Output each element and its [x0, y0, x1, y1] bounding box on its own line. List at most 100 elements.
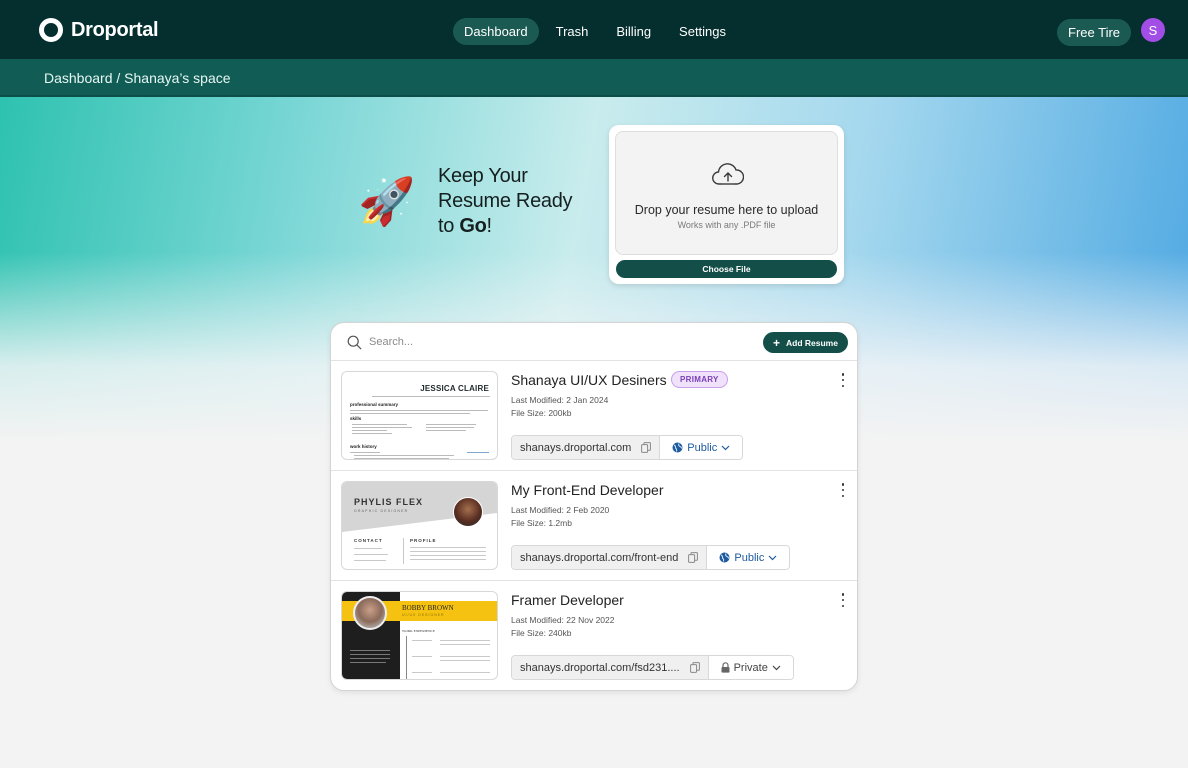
thumb-heading: WORK EXPERIENCE: [402, 629, 435, 633]
chevron-down-icon: [772, 665, 781, 670]
plan-button[interactable]: Free Tire: [1057, 19, 1132, 46]
visibility-dropdown[interactable]: Private: [708, 656, 793, 679]
thumb-line: [350, 413, 470, 414]
brand-name: Droportal: [71, 18, 159, 41]
rocket-icon: 🚀: [358, 175, 416, 227]
file-size: File Size: 1.2mb: [511, 518, 572, 528]
resume-row[interactable]: BOBBY BROWN UI/UX DESIGNER WORK EXPERIEN…: [331, 581, 857, 690]
copy-icon[interactable]: [688, 552, 699, 563]
visibility-label: Private: [733, 661, 768, 674]
copy-icon[interactable]: [689, 662, 700, 673]
add-resume-label: Add Resume: [786, 337, 838, 348]
thumb-line: [352, 427, 412, 428]
copy-icon[interactable]: [641, 442, 652, 453]
breadcrumb: Dashboard / Shanaya’s space: [44, 70, 231, 86]
resume-thumbnail[interactable]: JESSICA CLAIRE professional summary skil…: [341, 371, 498, 460]
thumbnail-subtitle: GRAPHIC DESIGNER: [354, 509, 409, 513]
thumb-line: [412, 640, 432, 641]
thumb-heading: skills: [350, 416, 362, 421]
thumb-line: [354, 455, 454, 456]
thumb-line: [467, 452, 489, 453]
share-link-group: shanays.droportal.com/fsd231.... Private: [511, 655, 794, 680]
share-link-group: shanays.droportal.com/front-end Public: [511, 545, 791, 570]
resume-row[interactable]: JESSICA CLAIRE professional summary skil…: [331, 361, 857, 471]
breadcrumb-bar: Dashboard / Shanaya’s space: [0, 59, 1188, 97]
more-options-icon[interactable]: [839, 593, 847, 607]
thumb-line: [350, 654, 390, 655]
nav-item-billing[interactable]: Billing: [605, 18, 662, 45]
chevron-down-icon: [768, 555, 777, 560]
thumb-line: [350, 662, 386, 663]
thumbnail-name: JESSICA CLAIRE: [420, 384, 489, 393]
thumbnail-subtitle: UI/UX DESIGNER: [402, 613, 445, 617]
main-nav: Dashboard Trash Billing Settings: [453, 18, 737, 45]
upload-dropzone[interactable]: Drop your resume here to upload Works wi…: [615, 131, 838, 255]
thumb-line: [440, 644, 490, 645]
search-bar: + Add Resume: [331, 323, 857, 361]
share-link[interactable]: shanays.droportal.com: [512, 436, 661, 459]
chevron-down-icon: [721, 445, 730, 450]
thumb-heading: CONTACT: [354, 538, 383, 543]
resume-title[interactable]: My Front-End Developer: [511, 482, 664, 498]
thumb-divider: [403, 538, 404, 564]
thumb-heading: professional summary: [350, 402, 399, 407]
thumb-line: [412, 656, 432, 657]
visibility-dropdown[interactable]: Public: [660, 436, 743, 459]
share-link-url: shanays.droportal.com: [520, 441, 632, 454]
more-options-icon[interactable]: [839, 373, 847, 387]
thumb-line: [354, 548, 382, 549]
user-avatar[interactable]: S: [1141, 18, 1165, 42]
thumbnail-photo: [453, 497, 483, 527]
upload-subtitle: Works with any .PDF file: [677, 220, 776, 230]
thumbnail-name: PHYLIS FLEX: [354, 497, 424, 507]
resume-list-card: + Add Resume JESSICA CLAIRE professional…: [330, 322, 858, 691]
visibility-label: Public: [687, 441, 718, 454]
nav-item-trash[interactable]: Trash: [545, 18, 600, 45]
cloud-upload-icon: [712, 163, 744, 185]
file-size: File Size: 200kb: [511, 408, 572, 418]
nav-item-dashboard[interactable]: Dashboard: [453, 18, 539, 45]
thumbnail-name: BOBBY BROWN: [402, 604, 454, 612]
last-modified: Last Modified: 22 Nov 2022: [511, 615, 615, 625]
thumb-line: [440, 656, 490, 657]
thumb-line: [352, 424, 407, 425]
share-link[interactable]: shanays.droportal.com/fsd231....: [512, 656, 709, 679]
thumb-line: [354, 554, 388, 555]
resume-thumbnail[interactable]: BOBBY BROWN UI/UX DESIGNER WORK EXPERIEN…: [341, 591, 498, 680]
visibility-dropdown[interactable]: Public: [707, 546, 790, 569]
resume-row[interactable]: PHYLIS FLEX GRAPHIC DESIGNER CONTACT PRO…: [331, 471, 857, 581]
tagline-line-1: Keep Your: [438, 165, 528, 187]
nav-item-settings[interactable]: Settings: [668, 18, 737, 45]
thumb-line: [410, 547, 486, 548]
thumb-line: [350, 650, 390, 651]
choose-file-button[interactable]: Choose File: [616, 260, 837, 278]
tagline-line-2: Resume Ready: [438, 190, 573, 212]
thumb-line: [352, 433, 392, 434]
upload-title: Drop your resume here to upload: [634, 203, 819, 217]
thumb-line: [410, 555, 486, 556]
lock-icon: [721, 662, 730, 673]
thumb-line: [354, 560, 386, 561]
thumb-timeline: [406, 636, 407, 679]
thumb-line: [350, 658, 390, 659]
brand-logo[interactable]: Droportal: [39, 18, 159, 42]
resume-thumbnail[interactable]: PHYLIS FLEX GRAPHIC DESIGNER CONTACT PRO…: [341, 481, 498, 570]
resume-title[interactable]: Shanaya UI/UX Desiners: [511, 372, 667, 388]
add-resume-button[interactable]: + Add Resume: [763, 332, 848, 353]
thumb-line: [440, 660, 490, 661]
globe-icon: [719, 552, 730, 563]
share-link-group: shanays.droportal.com Public: [511, 435, 744, 460]
thumb-line: [372, 396, 490, 397]
share-link[interactable]: shanays.droportal.com/front-end: [512, 546, 708, 569]
search-input[interactable]: [369, 333, 669, 351]
thumb-line: [440, 640, 490, 641]
last-modified: Last Modified: 2 Feb 2020: [511, 505, 610, 515]
file-size: File Size: 240kb: [511, 628, 572, 638]
top-navbar: Droportal Dashboard Trash Billing Settin…: [0, 0, 1188, 59]
visibility-label: Public: [734, 551, 765, 564]
thumb-line: [426, 424, 476, 425]
resume-title[interactable]: Framer Developer: [511, 592, 624, 608]
hero-tagline: Keep Your Resume Ready to Go!: [438, 164, 573, 239]
share-link-url: shanays.droportal.com/front-end: [520, 551, 679, 564]
more-options-icon[interactable]: [839, 483, 847, 497]
